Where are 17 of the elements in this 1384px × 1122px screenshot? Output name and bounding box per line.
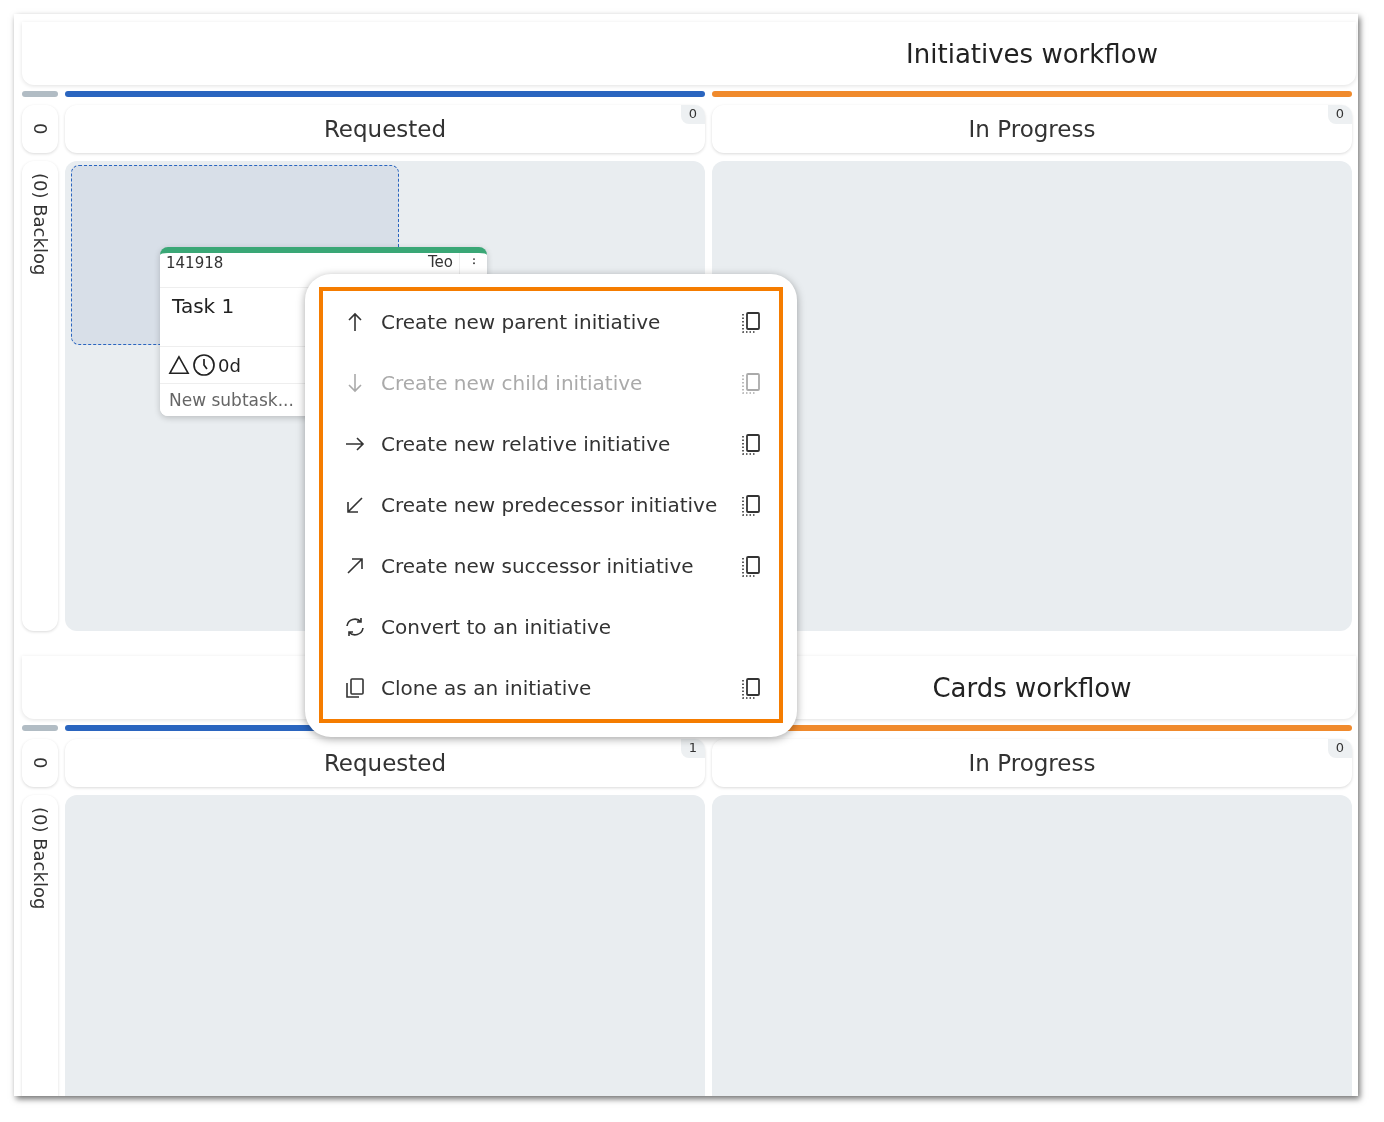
board-title: Cards workflow <box>932 672 1132 703</box>
lane-count-text: 0 <box>29 123 51 135</box>
column-title: Requested <box>323 116 447 142</box>
board-title: Initiatives workflow <box>906 38 1158 69</box>
count-badge: 0 <box>1327 105 1352 124</box>
count-badge: 0 <box>680 105 705 124</box>
card-id: 141918 <box>166 253 225 271</box>
assignee-name: Teo <box>427 253 453 270</box>
count-badge: 1 <box>680 739 705 758</box>
column-title: In Progress <box>968 116 1096 142</box>
count-badge: 0 <box>1327 739 1352 758</box>
column-title: In Progress <box>968 750 1096 776</box>
duration: 0d <box>218 354 241 376</box>
column-title: Requested <box>323 750 447 776</box>
lane-count-text: 0 <box>29 757 51 769</box>
lane-title: (0) Backlog <box>29 807 51 910</box>
lane-title: (0) Backlog <box>29 173 51 276</box>
